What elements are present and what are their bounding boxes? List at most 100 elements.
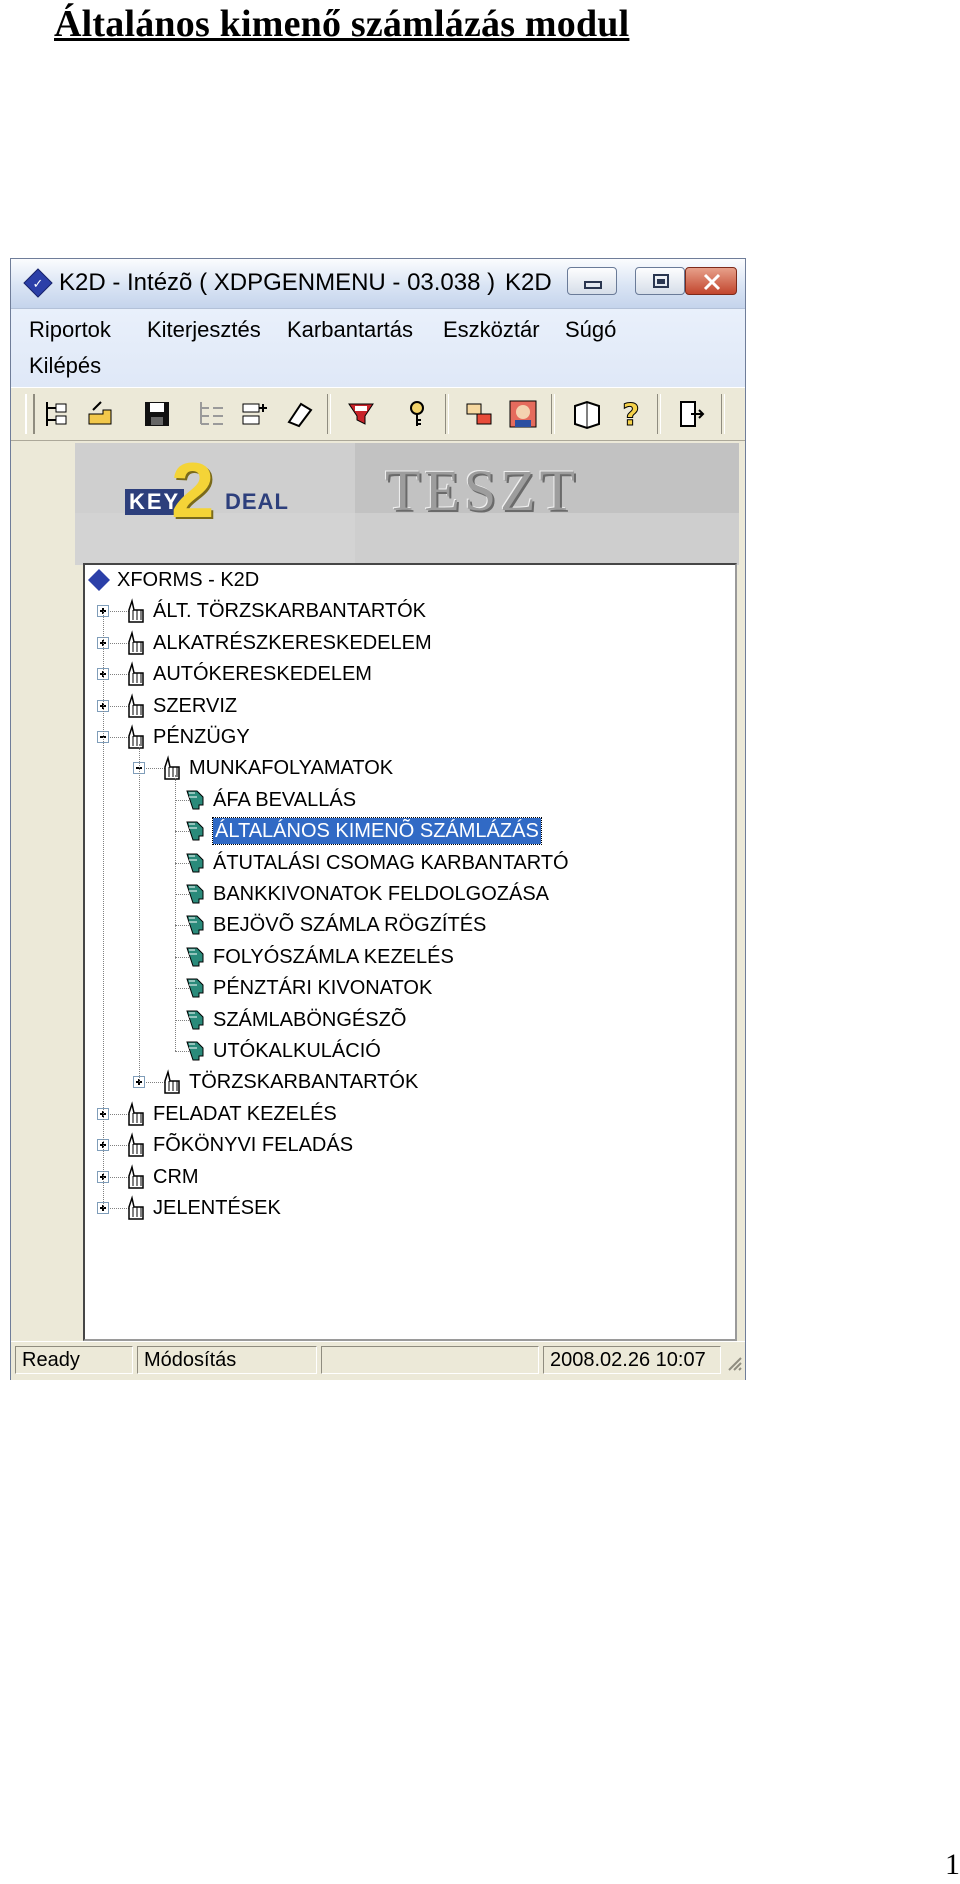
folder-hand-icon [128,724,144,749]
window-title: K2D - Intézõ ( XDPGENMENU - 03.038 ) [59,269,496,296]
tree-node[interactable]: ÁLT. TÖRZSKARBANTARTÓK [85,598,725,624]
left-panel-strip [11,441,71,1341]
tree-node[interactable]: AUTÓKERESKEDELEM [85,661,725,687]
tree-node-label: ÁLTALÁNOS KIMENÕ SZÁMLÁZÁS [212,817,542,846]
banner: KEY 2 DEAL TESZT [75,443,739,565]
tree-node[interactable]: MUNKAFOLYAMATOK [85,755,725,781]
tree-node[interactable]: BEJÖVÕ SZÁMLA RÖGZÍTÉS [85,912,725,938]
folder-hand-icon [128,1195,144,1220]
tree-root[interactable]: XFORMS - K2D [85,567,259,593]
toolbar-separator [551,394,555,434]
maximize-icon [653,274,669,288]
menu-tree: XFORMS - K2D ÁLT. TÖRZSKARBANTARTÓK ALKATR… [83,563,737,1341]
form-module-icon [186,853,204,873]
close-icon [703,273,721,291]
folder-hand-icon [128,661,144,686]
tree-node-label: PÉNZTÁRI KIVONATOK [213,977,433,1000]
tree-node-label: SZÁMLABÖNGÉSZÕ [213,1008,407,1031]
folder-hand-icon [128,629,144,655]
tree-node[interactable]: ÁTUTALÁSI CSOMAG KARBANTARTÓ [85,850,725,876]
minimize-button[interactable] [567,267,617,295]
tree-node[interactable]: FÕKÖNYVI FELADÁS [85,1132,725,1158]
folder-hand-icon [128,692,144,718]
tree-node-label: ALKATRÉSZKERESKEDELEM [153,631,432,654]
k2d-window: ✓ K2D - Intézõ ( XDPGENMENU - 03.038 ) K… [10,258,746,1380]
title-bar[interactable]: ✓ K2D - Intézõ ( XDPGENMENU - 03.038 ) K… [11,259,745,309]
tree-node[interactable]: TÖRZSKARBANTARTÓK [85,1069,725,1095]
page-number: 1 [945,1848,960,1881]
menu-eszkoztar[interactable]: Eszköztár [443,317,540,343]
hand-pointer-icon[interactable] [85,398,117,430]
toolbar-separator [327,394,331,434]
form-module-icon [186,1010,204,1030]
tree-node-label: PÉNZÜGY [153,726,250,748]
tree-view-icon[interactable] [41,398,73,430]
form-module-icon [186,821,204,841]
toolbar: ? [11,387,745,441]
tree-node[interactable]: SZERVIZ [85,692,725,719]
tree-node[interactable]: SZÁMLABÖNGÉSZÕ [85,1007,725,1033]
tree-node-label: FÕKÖNYVI FELADÁS [153,1134,354,1157]
tree-node-label: SZERVIZ [153,694,238,717]
tree-node-label: FOLYÓSZÁMLA KEZELÉS [213,945,454,968]
status-bar: Ready Módosítás 2008.02.26 10:07 [11,1341,745,1380]
eraser-icon[interactable] [283,398,315,430]
exit-door-icon[interactable] [675,398,707,430]
menu-kilepes[interactable]: Kilépés [29,353,101,379]
maximize-button[interactable] [635,267,685,295]
tree-node-label: XFORMS - K2D [117,569,260,591]
tree-node[interactable]: ALKATRÉSZKERESKEDELEM [85,629,725,656]
close-button[interactable] [685,267,737,295]
book-icon[interactable] [571,398,603,430]
window-title-right: K2D [505,269,552,296]
toolbar-grip[interactable] [25,394,35,434]
list-disabled-icon[interactable] [195,398,227,430]
banner-label: TESZT [385,458,579,523]
menu-riportok[interactable]: Riportok [29,317,111,343]
tree-node-label: FELADAT KEZELÉS [153,1102,337,1125]
svg-text:?: ? [622,398,639,430]
save-icon[interactable] [141,398,173,430]
list-add-icon[interactable] [239,398,271,430]
tree-node-label: ÁFA BEVALLÁS [213,788,357,811]
app-diamond-icon: ✓ [23,268,53,298]
toolbar-separator [721,394,725,434]
transfer-icon[interactable] [463,398,495,430]
tree-node-label: MUNKAFOLYAMATOK [189,757,394,780]
status-datetime: 2008.02.26 10:07 [543,1346,721,1374]
tree-node[interactable]: PÉNZTÁRI KIVONATOK [85,975,725,1001]
tree-node[interactable]: CRM [85,1163,725,1190]
folder-hand-icon [128,1163,144,1189]
filter-icon[interactable] [345,398,377,430]
form-module-icon [186,947,204,967]
toolbar-separator [657,394,661,434]
tree-node-label: AUTÓKERESKEDELEM [153,663,372,686]
tree-node-label: UTÓKALKULÁCIÓ [213,1040,381,1062]
tree-node[interactable]: FOLYÓSZÁMLA KEZELÉS [85,944,725,970]
tree-guide [175,775,176,1051]
tree-node[interactable]: UTÓKALKULÁCIÓ [85,1038,725,1064]
key-icon[interactable] [401,398,433,430]
tree-node[interactable]: ÁLTALÁNOS KIMENÕ SZÁMLÁZÁS [85,817,725,846]
menu-bar: Riportok Kiterjesztés Karbantartás Eszkö… [11,309,745,387]
menu-karbantartas[interactable]: Karbantartás [287,317,413,343]
menu-kiterjesztes[interactable]: Kiterjesztés [147,317,261,343]
folder-hand-icon [164,755,180,781]
menu-sugo[interactable]: Súgó [565,317,616,343]
form-module-icon [186,790,204,810]
user-portrait-icon[interactable] [507,398,539,430]
form-module-icon [186,978,204,998]
tree-node[interactable]: BANKKIVONATOK FELDOLGOZÁSA [85,881,725,907]
tree-node[interactable]: JELENTÉSEK [85,1195,725,1221]
tree-node[interactable]: ÁFA BEVALLÁS [85,787,725,813]
tree-node[interactable]: PÉNZÜGY [85,724,725,750]
tree-node[interactable]: FELADAT KEZELÉS [85,1100,725,1127]
tree-node-label: CRM [153,1165,199,1188]
help-icon[interactable]: ? [615,398,647,430]
logo-digit: 2 [171,446,215,534]
status-mode: Módosítás [137,1346,317,1374]
minimize-icon [584,281,602,289]
form-module-icon [186,1041,204,1061]
resize-grip-icon[interactable] [725,1354,743,1372]
app-diamond-icon [88,569,110,591]
